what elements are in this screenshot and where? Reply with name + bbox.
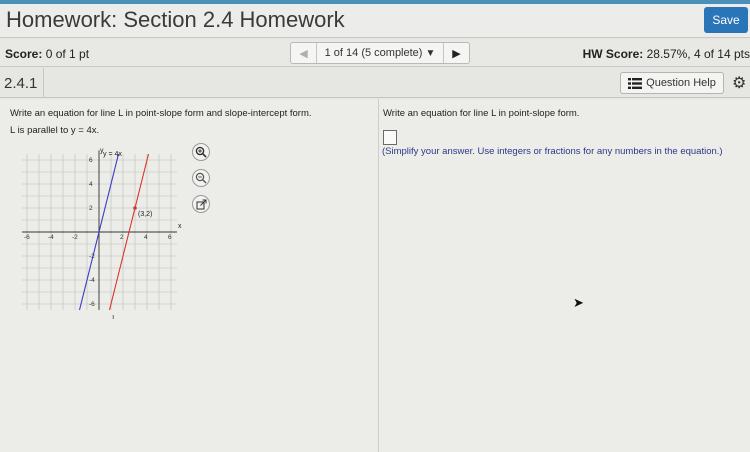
hw-score-value: 28.57%, 4 of 14 pts (646, 47, 750, 61)
question-position-text: 1 of 14 (5 complete) (324, 47, 423, 59)
point-3-2 (133, 206, 137, 210)
x-axis-label: x (178, 223, 182, 230)
mouse-cursor-icon: ➤ (573, 295, 584, 310)
previous-question-button[interactable]: ◀ (291, 43, 317, 63)
score-label: Score: (5, 47, 43, 61)
hw-score-display: HW Score: 28.57%, 4 of 14 pts (583, 47, 750, 61)
x-tick-label: -2 (72, 234, 78, 241)
question-number: 2.4.1 (0, 68, 44, 98)
y-tick-label: 4 (89, 181, 93, 188)
y-tick-label: -6 (89, 301, 95, 308)
question-given: L is parallel to y = 4x. (10, 125, 100, 136)
triangle-right-icon: ▶ (452, 47, 461, 60)
question-help-label: Question Help (646, 77, 716, 89)
answer-input[interactable] (383, 130, 397, 145)
coordinate-graph: -6 -4 -2 2 4 6642-2-4-6 (3,2) y = 4x L x y (22, 147, 182, 319)
score-bar: Score: 0 of 1 pt ◀ 1 of 14 (5 complete) … (0, 39, 750, 67)
popout-icon[interactable] (192, 195, 210, 213)
question-selector-dropdown[interactable]: 1 of 14 (5 complete) ▼ (317, 43, 443, 63)
graph-tick-labels: -6 -4 -2 2 4 6642-2-4-6 (24, 157, 172, 308)
x-tick-label: -4 (48, 234, 54, 241)
score-display: Score: 0 of 1 pt (5, 47, 89, 61)
save-button[interactable]: Save (704, 7, 748, 33)
x-tick-label: 6 (168, 234, 172, 241)
header-bar: Homework: Section 2.4 Homework Save (0, 4, 750, 38)
question-prompt: Write an equation for line L in point-sl… (10, 108, 312, 119)
hw-score-label: HW Score: (582, 47, 644, 61)
answer-hint: (Simplify your answer. Use integers or f… (382, 146, 723, 157)
answer-instruction: Write an equation for line L in point-sl… (383, 108, 580, 119)
y-tick-label: 6 (89, 157, 93, 164)
question-help-button[interactable]: Question Help (620, 72, 724, 94)
y-tick-label: 2 (89, 205, 93, 212)
triangle-left-icon: ◀ (299, 47, 308, 60)
line-l-label: L (112, 315, 116, 319)
panel-divider (378, 99, 379, 452)
x-tick-label: -6 (24, 234, 30, 241)
page-title: Homework: Section 2.4 Homework (6, 7, 345, 32)
question-number-bar: 2.4.1 Question Help ⚙ (0, 68, 750, 98)
x-tick-label: 4 (144, 234, 148, 241)
score-value: 0 of 1 pt (45, 47, 90, 61)
question-navigator: ◀ 1 of 14 (5 complete) ▼ ▶ (290, 42, 470, 64)
list-icon (628, 77, 643, 89)
zoom-in-icon[interactable] (192, 143, 210, 161)
blue-line-label: y = 4x (103, 151, 122, 158)
gear-icon[interactable]: ⚙ (732, 73, 746, 93)
caret-down-icon: ▼ (425, 47, 436, 59)
x-tick-label: 2 (120, 234, 124, 241)
y-axis-label: y (100, 147, 104, 154)
question-content: Write an equation for line L in point-sl… (0, 99, 750, 452)
y-tick-label: -4 (89, 277, 95, 284)
next-question-button[interactable]: ▶ (443, 43, 469, 63)
point-label: (3,2) (138, 211, 152, 218)
zoom-out-icon[interactable] (192, 169, 210, 187)
